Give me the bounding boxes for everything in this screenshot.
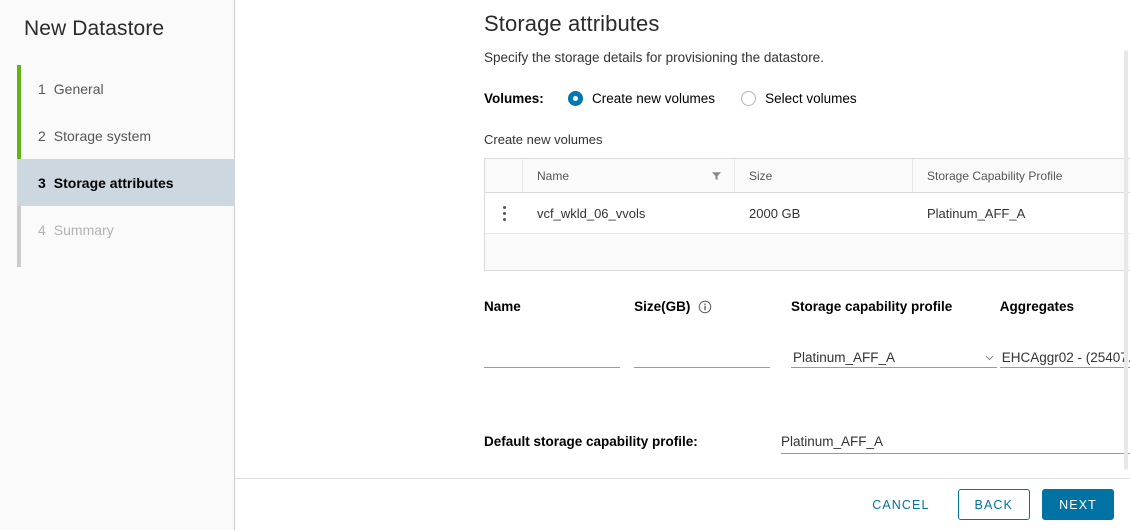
filter-icon[interactable] — [711, 170, 722, 181]
radio-button-icon[interactable] — [741, 91, 756, 106]
next-button[interactable]: NEXT — [1042, 489, 1114, 520]
field-label-aggregates: Aggregates — [1000, 299, 1130, 314]
table-footer: 1 - 1 of 1 Item — [485, 234, 1130, 270]
sidebar-step-general[interactable]: 1 General — [17, 65, 234, 112]
table-row-actions[interactable] — [485, 193, 523, 233]
radio-label: Create new volumes — [592, 91, 715, 106]
table-header-actions — [485, 159, 523, 192]
info-icon[interactable] — [698, 300, 712, 314]
field-label-size: Size(GB) — [634, 299, 770, 314]
field-label-size-text: Size(GB) — [634, 299, 690, 314]
new-datastore-wizard: New Datastore 1 General 2 Storage system… — [0, 0, 1130, 530]
back-button[interactable]: BACK — [958, 489, 1030, 520]
sidebar-step-summary: 4 Summary — [17, 206, 234, 253]
selected-value: EHCAggr02 - (25407.15 G — [1002, 350, 1130, 365]
step-label: Storage system — [54, 128, 151, 144]
step-number: 3 — [38, 175, 46, 191]
default-profile-select[interactable]: Platinum_AFF_A — [781, 434, 1130, 454]
default-storage-capability-profile-row: Default storage capability profile: Plat… — [484, 434, 1130, 454]
step-number: 1 — [38, 81, 46, 97]
step-label: Summary — [54, 222, 114, 238]
field-label-storage-capability-profile: Storage capability profile — [791, 299, 997, 314]
step-label: General — [54, 81, 104, 97]
table-caption: Create new volumes — [484, 132, 1110, 147]
cancel-button[interactable]: CANCEL — [856, 489, 945, 520]
column-label: Storage Capability Profile — [927, 169, 1062, 183]
field-name: Name — [484, 299, 620, 368]
size-input[interactable] — [634, 344, 770, 368]
selected-value: Platinum_AFF_A — [793, 350, 895, 365]
radio-button-icon[interactable] — [568, 91, 583, 106]
cell-name: vcf_wkld_06_vvols — [523, 193, 735, 233]
table-header-storage-capability-profile[interactable]: Storage Capability Profile — [913, 159, 1130, 192]
sidebar-step-storage-system[interactable]: 2 Storage system — [17, 112, 234, 159]
sidebar-step-storage-attributes[interactable]: 3 Storage attributes — [17, 159, 235, 206]
wizard-main-panel: Storage attributes Specify the storage d… — [235, 0, 1130, 530]
wizard-sidebar: New Datastore 1 General 2 Storage system… — [0, 0, 235, 530]
add-volume-form: Name Size(GB) — [484, 299, 1130, 368]
wizard-title: New Datastore — [0, 0, 234, 41]
column-label: Size — [749, 169, 772, 183]
field-label-name: Name — [484, 299, 620, 314]
name-input[interactable] — [484, 344, 620, 368]
radio-label: Select volumes — [765, 91, 857, 106]
add-button-row: ADD — [484, 382, 1130, 412]
wizard-footer: CANCEL BACK NEXT — [235, 478, 1130, 530]
step-number: 2 — [38, 128, 46, 144]
volumes-label: Volumes: — [484, 91, 568, 106]
cell-size: 2000 GB — [735, 193, 913, 233]
chevron-down-icon — [984, 351, 995, 362]
storage-capability-profile-select[interactable]: Platinum_AFF_A — [791, 344, 997, 368]
default-profile-label: Default storage capability profile: — [484, 434, 781, 449]
page-subtitle: Specify the storage details for provisio… — [484, 50, 1110, 65]
table-row[interactable]: vcf_wkld_06_vvols 2000 GB Platinum_AFF_A… — [485, 193, 1130, 234]
table-header-row: Name Size Storage Capability Profile — [485, 159, 1130, 193]
column-label: Name — [537, 169, 569, 183]
wizard-content: Storage attributes Specify the storage d… — [235, 0, 1130, 478]
table-header-size[interactable]: Size — [735, 159, 913, 192]
wizard-steps: 1 General 2 Storage system 3 Storage att… — [0, 65, 234, 253]
step-label: Storage attributes — [54, 175, 174, 191]
field-aggregates: Aggregates EHCAggr02 - (25407.15 G — [1000, 299, 1130, 368]
vertical-scrollbar[interactable] — [1124, 50, 1128, 470]
table-header-name[interactable]: Name — [523, 159, 735, 192]
selected-value: Platinum_AFF_A — [781, 434, 883, 449]
step-number: 4 — [38, 222, 46, 238]
aggregates-select[interactable]: EHCAggr02 - (25407.15 G — [1000, 344, 1130, 368]
field-storage-capability-profile: Storage capability profile Platinum_AFF_… — [791, 299, 997, 368]
radio-select-volumes[interactable]: Select volumes — [741, 91, 857, 106]
kebab-menu-icon[interactable] — [499, 202, 510, 225]
radio-create-new-volumes[interactable]: Create new volumes — [568, 91, 715, 106]
field-size: Size(GB) — [634, 299, 770, 368]
volumes-table: Name Size Storage Capability Profile — [484, 158, 1130, 271]
cell-storage-capability-profile: Platinum_AFF_A — [913, 193, 1130, 233]
page-title: Storage attributes — [484, 11, 1110, 37]
volumes-radio-group: Volumes: Create new volumes Select volum… — [484, 91, 1110, 106]
